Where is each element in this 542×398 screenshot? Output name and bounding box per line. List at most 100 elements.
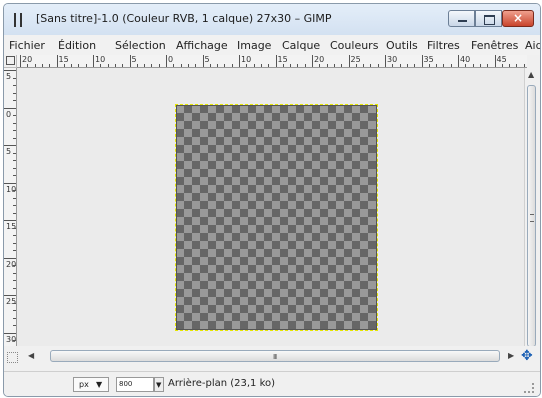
vertical-scrollbar[interactable]: ▲ bbox=[524, 68, 538, 347]
ruler-label: 40 bbox=[460, 55, 471, 64]
ruler-tick bbox=[13, 242, 16, 244]
ruler-tick bbox=[13, 197, 16, 199]
resize-grip-icon[interactable] bbox=[524, 383, 534, 393]
ruler-tick bbox=[13, 152, 16, 154]
title-bar[interactable]: [Sans titre]-1.0 (Couleur RVB, 1 calque)… bbox=[4, 4, 540, 35]
ruler-tick bbox=[406, 64, 408, 67]
vertical-ruler[interactable]: 5 0 5 10 15 20 25 30 bbox=[4, 68, 17, 346]
scroll-left-icon[interactable]: ◀ bbox=[28, 351, 34, 360]
menu-image[interactable]: Image bbox=[237, 39, 271, 52]
ruler-tick bbox=[13, 92, 16, 94]
transparent-image-layer[interactable] bbox=[176, 105, 377, 330]
ruler-label: 0 bbox=[168, 55, 174, 64]
ruler-tick bbox=[20, 55, 21, 67]
ruler-tick bbox=[13, 100, 16, 101]
menu-aide[interactable]: Aid bbox=[525, 39, 540, 52]
ruler-tick bbox=[13, 317, 16, 319]
ruler-tick bbox=[202, 55, 204, 67]
ruler-tick bbox=[319, 64, 321, 67]
menu-fenetres[interactable]: Fenêtres bbox=[471, 39, 518, 52]
close-button[interactable]: × bbox=[502, 10, 534, 27]
ruler-tick bbox=[129, 55, 131, 67]
grip-label: III bbox=[273, 353, 277, 361]
ruler-tick bbox=[421, 55, 423, 67]
zoom-dropdown-button[interactable]: ▼ bbox=[154, 377, 164, 392]
ruler-tick bbox=[4, 332, 16, 334]
ruler-tick bbox=[304, 64, 306, 67]
ruler-tick bbox=[71, 64, 73, 67]
ruler-tick bbox=[377, 64, 379, 67]
menu-bar: Fichier Édition Sélection Affichage Imag… bbox=[4, 35, 540, 56]
ruler-tick bbox=[224, 64, 226, 67]
ruler-tick bbox=[13, 190, 16, 191]
zoom-field[interactable]: 800 bbox=[116, 377, 154, 392]
close-icon: × bbox=[513, 11, 524, 25]
ruler-label: 10 bbox=[95, 55, 106, 64]
ruler-tick bbox=[13, 302, 16, 304]
ruler-label: 20 bbox=[6, 259, 17, 269]
ruler-label: 0 bbox=[6, 109, 12, 119]
ruler-tick bbox=[231, 64, 233, 67]
maximize-button[interactable] bbox=[475, 10, 502, 27]
ruler-tick bbox=[13, 340, 16, 341]
ruler-tick bbox=[13, 160, 16, 161]
menu-calque[interactable]: Calque bbox=[282, 39, 320, 52]
scroll-right-icon[interactable]: ▶ bbox=[508, 351, 514, 360]
horizontal-scroll-thumb[interactable]: III bbox=[50, 350, 500, 362]
ruler-tick bbox=[100, 64, 102, 67]
ruler-tick bbox=[428, 64, 430, 67]
navigate-cross-icon[interactable]: ✥ bbox=[521, 348, 533, 364]
ruler-label: 45 bbox=[496, 55, 507, 64]
ruler-tick bbox=[13, 325, 16, 326]
ruler-corner-button[interactable] bbox=[4, 55, 17, 68]
gimp-window-icon[interactable] bbox=[11, 13, 25, 27]
ruler-tick bbox=[136, 64, 138, 67]
ruler-label: 20 bbox=[314, 55, 325, 64]
ruler-label: 5 bbox=[204, 55, 210, 64]
menu-edition[interactable]: Édition bbox=[58, 39, 96, 52]
menu-fichier[interactable]: Fichier bbox=[9, 39, 45, 52]
ruler-tick bbox=[78, 64, 80, 67]
ruler-tick bbox=[326, 64, 328, 67]
ruler-tick bbox=[13, 287, 16, 289]
ruler-tick bbox=[85, 64, 87, 67]
ruler-tick bbox=[414, 64, 416, 67]
ruler-label: 20 bbox=[22, 55, 33, 64]
ruler-tick bbox=[13, 227, 16, 229]
unit-select[interactable]: px ▼ bbox=[73, 377, 109, 392]
ruler-label: 15 bbox=[277, 55, 288, 64]
menu-filtres[interactable]: Filtres bbox=[427, 39, 460, 52]
ruler-tick bbox=[209, 64, 211, 67]
ruler-tick bbox=[399, 64, 401, 67]
vertical-scroll-thumb[interactable] bbox=[527, 85, 536, 347]
window-title: [Sans titre]-1.0 (Couleur RVB, 1 calque)… bbox=[36, 12, 332, 25]
ruler-tick bbox=[516, 64, 518, 67]
canvas-area[interactable] bbox=[17, 68, 524, 346]
scroll-up-icon[interactable]: ▲ bbox=[528, 70, 534, 79]
ruler-label: 15 bbox=[58, 55, 69, 64]
quick-mask-icon[interactable] bbox=[7, 352, 18, 363]
ruler-tick bbox=[49, 64, 51, 67]
ruler-label: 30 bbox=[6, 334, 17, 344]
ruler-tick bbox=[13, 272, 16, 274]
horizontal-ruler[interactable]: 20 15 10 5 0 5 10 15 20 25 30 35 40 45 bbox=[17, 55, 527, 68]
ruler-tick bbox=[348, 55, 350, 67]
grip-icon bbox=[530, 214, 534, 222]
ruler-tick bbox=[239, 55, 240, 67]
ruler-tick bbox=[312, 55, 313, 67]
ruler-tick bbox=[13, 250, 16, 251]
ruler-tick bbox=[13, 115, 16, 116]
menu-selection[interactable]: Sélection bbox=[115, 39, 166, 52]
ruler-tick bbox=[41, 64, 43, 67]
menu-couleurs[interactable]: Couleurs bbox=[330, 39, 378, 52]
ruler-tick bbox=[501, 64, 503, 67]
menu-outils[interactable]: Outils bbox=[386, 39, 418, 52]
ruler-tick bbox=[13, 122, 16, 124]
ruler-tick bbox=[195, 64, 197, 67]
chevron-down-icon: ▼ bbox=[156, 381, 162, 389]
menu-affichage[interactable]: Affichage bbox=[176, 39, 228, 52]
ruler-tick bbox=[13, 235, 16, 236]
ruler-tick bbox=[13, 175, 16, 176]
minimize-button[interactable] bbox=[448, 10, 475, 27]
ruler-tick bbox=[268, 64, 270, 67]
